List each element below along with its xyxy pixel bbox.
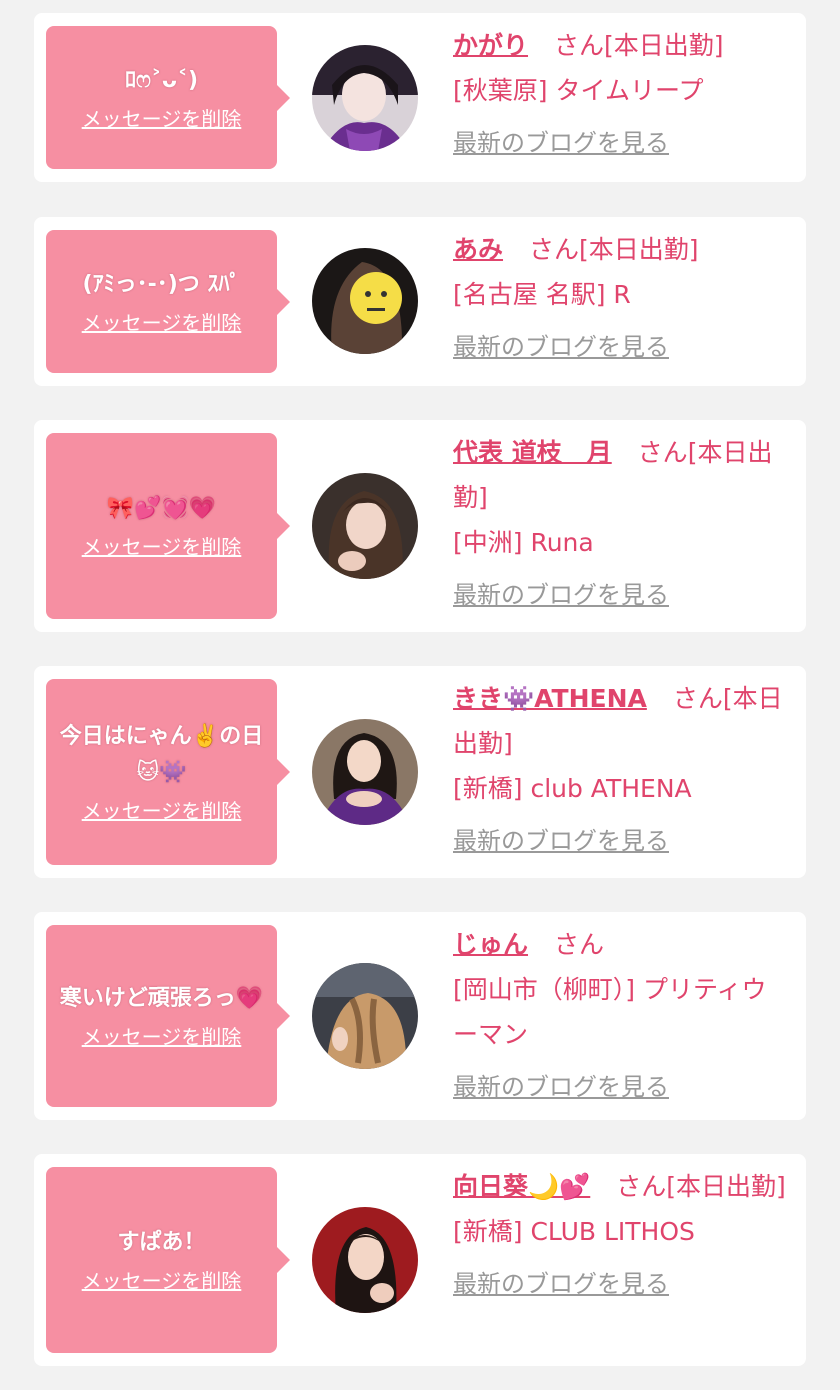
cast-info: かがり さん[本日出勤] [秋葉原] タイムリープ 最新のブログを見る [453,23,788,166]
attendance-status: [本日出勤] [578,235,699,264]
honorific: さん [528,235,579,264]
delete-message-link[interactable]: メッセージを削除 [82,1267,242,1295]
cast-info: 代表 道枝 月 さん[本日出勤] [中洲] Runa 最新のブログを見る [453,430,788,618]
message-bubble: すぱあ！ メッセージを削除 [46,1167,290,1353]
cast-info: 向日葵🌙💕 さん[本日出勤] [新橋] CLUB LITHOS 最新のブログを見… [453,1164,788,1307]
honorific: さん [553,31,604,60]
cast-name-link[interactable]: きき👾ATHENA [453,684,647,713]
girl-photo-emoji-face-icon [312,248,418,354]
shop-name: [岡山市（柳町）] プリティウーマン [453,975,767,1049]
message-bubble: 寒いけど頑張ろっ💗 メッセージを削除 [46,925,290,1107]
message-card: 🎀💕💓💗 メッセージを削除 代表 道枝 月 さん[本日出勤] [中洲] Runa… [34,420,806,632]
attendance-status: [本日出勤] [666,1172,786,1201]
message-card: 寒いけど頑張ろっ💗 メッセージを削除 じゅん さん [岡山市（柳町）] プリティ… [34,912,806,1120]
shop-name: [新橋] club ATHENA [453,774,692,803]
latest-blog-link[interactable]: 最新のブログを見る [453,121,669,166]
cast-name-link[interactable]: あみ [453,235,503,264]
attendance-status: [本日出勤] [603,31,724,60]
message-card: 今日はにゃん✌️の日🐱👾 メッセージを削除 きき👾ATHENA さん[本日出勤]… [34,666,806,878]
cast-name-link[interactable]: じゅん [453,930,528,959]
girl-photo-long-hair-icon [312,473,418,579]
girl-photo-purple-kimono-icon [312,45,418,151]
message-card: ﾛෆ˃ᴗ˂) メッセージを削除 かがり さん[本日出勤] [秋葉原] タイムリー… [34,13,806,182]
message-bubble: 🎀💕💓💗 メッセージを削除 [46,433,290,619]
avatar[interactable] [312,45,418,151]
delete-message-link[interactable]: メッセージを削除 [82,1023,242,1051]
avatar[interactable] [312,473,418,579]
message-card: すぱあ！ メッセージを削除 向日葵🌙💕 さん[本日出勤] [新橋] CLUB L… [34,1154,806,1366]
latest-blog-link[interactable]: 最新のブログを見る [453,573,669,618]
delete-message-link[interactable]: メッセージを削除 [82,797,242,825]
girl-photo-purple-dress-icon [312,719,418,825]
girl-photo-red-background-icon [312,1207,418,1313]
message-text: すぱあ！ [117,1230,206,1255]
message-text: ﾛෆ˃ᴗ˂) [124,67,199,93]
message-text: (ｱﾐっ･-･)つ ｽﾊﾟ [82,271,241,297]
honorific: さん [616,1172,667,1201]
avatar[interactable] [312,719,418,825]
cast-info: じゅん さん [岡山市（柳町）] プリティウーマン 最新のブログを見る [453,922,788,1110]
honorific: さん [553,930,604,959]
girl-photo-braided-hair-icon [312,963,418,1069]
avatar[interactable] [312,248,418,354]
cast-name-link[interactable]: かがり [453,31,528,60]
cast-name-link[interactable]: 向日葵🌙💕 [453,1172,590,1201]
message-text: 今日はにゃん✌️の日🐱👾 [59,724,264,785]
delete-message-link[interactable]: メッセージを削除 [82,533,242,561]
latest-blog-link[interactable]: 最新のブログを見る [453,1262,669,1307]
message-bubble: (ｱﾐっ･-･)つ ｽﾊﾟ メッセージを削除 [46,230,290,373]
cast-name-link[interactable]: 代表 道枝 月 [453,438,612,467]
shop-name: [名古屋 名駅] R [453,280,631,309]
shop-name: [新橋] CLUB LITHOS [453,1217,695,1246]
avatar[interactable] [312,963,418,1069]
shop-name: [秋葉原] タイムリープ [453,76,704,105]
latest-blog-link[interactable]: 最新のブログを見る [453,819,669,864]
cast-info: きき👾ATHENA さん[本日出勤] [新橋] club ATHENA 最新のブ… [453,676,788,864]
cast-info: あみ さん[本日出勤] [名古屋 名駅] R 最新のブログを見る [453,227,788,370]
message-text: 🎀💕💓💗 [106,496,217,521]
shop-name: [中洲] Runa [453,528,594,557]
delete-message-link[interactable]: メッセージを削除 [82,105,242,133]
latest-blog-link[interactable]: 最新のブログを見る [453,1065,669,1110]
message-bubble: 今日はにゃん✌️の日🐱👾 メッセージを削除 [46,679,290,865]
delete-message-link[interactable]: メッセージを削除 [82,309,242,337]
honorific: さん [672,684,723,713]
page-top-strip [0,0,840,12]
message-text: 寒いけど頑張ろっ💗 [59,986,264,1011]
latest-blog-link[interactable]: 最新のブログを見る [453,325,669,370]
message-bubble: ﾛෆ˃ᴗ˂) メッセージを削除 [46,26,290,169]
message-card: (ｱﾐっ･-･)つ ｽﾊﾟ メッセージを削除 あみ さん[本日出勤] [名古屋 … [34,217,806,386]
honorific: さん [637,438,688,467]
avatar[interactable] [312,1207,418,1313]
